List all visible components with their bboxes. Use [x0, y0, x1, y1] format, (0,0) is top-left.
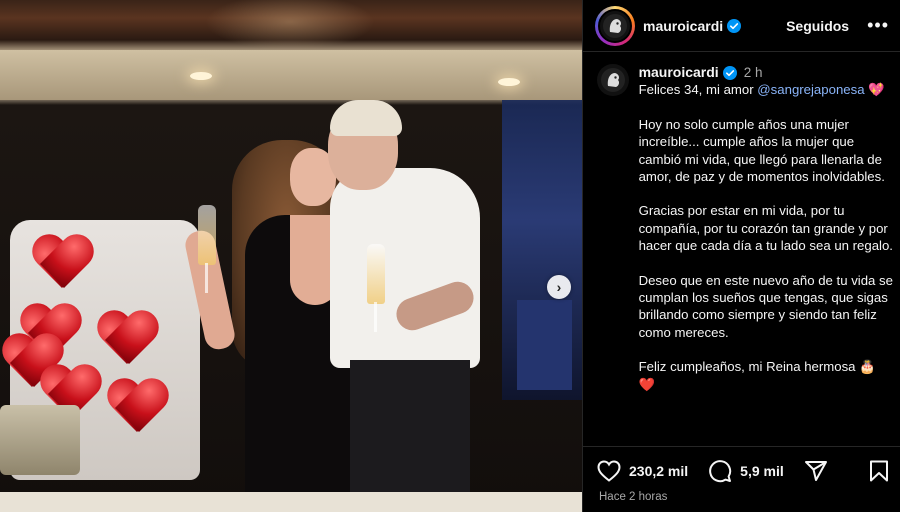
more-options-icon[interactable]: •••	[867, 15, 889, 36]
caption-closing: Feliz cumpleaños, mi Reina hermosa 🎂 ❤️	[639, 358, 897, 393]
champagne-bucket	[0, 405, 80, 475]
post-header: mauroicardi Seguidos •••	[583, 0, 900, 52]
ceiling-light	[498, 78, 520, 86]
share-icon	[804, 461, 827, 481]
champagne-glass	[198, 205, 216, 265]
next-photo-button[interactable]: ›	[547, 275, 571, 299]
mention-link[interactable]: @sangrejaponesa	[757, 82, 864, 97]
caption-paragraph: Gracias por estar en mi vida, por tu com…	[638, 203, 893, 254]
like-count[interactable]: 230,2 mil	[629, 463, 688, 479]
red-heart-emoji: ❤️	[638, 376, 655, 392]
ceiling-light	[190, 72, 212, 80]
post-actions: 230,2 mil 5,9 mil Hace 2 horas	[583, 446, 900, 512]
post-photo[interactable]: ›	[0, 0, 582, 512]
avatar[interactable]	[595, 5, 635, 46]
counter-top	[0, 492, 582, 512]
post-sidebar: mauroicardi Seguidos ••• mauroicardi 2 h	[582, 0, 900, 512]
heart-icon	[597, 460, 621, 482]
caption-paragraph: Hoy no solo cumple años una mujer increí…	[638, 116, 885, 185]
header-username[interactable]: mauroicardi	[643, 18, 723, 34]
caption-avatar[interactable]	[597, 64, 629, 96]
following-button[interactable]: Seguidos	[786, 18, 849, 34]
comment-count[interactable]: 5,9 mil	[740, 463, 784, 479]
caption: mauroicardi 2 h Felices 34, mi amor @san…	[597, 64, 897, 444]
share-button[interactable]	[804, 460, 828, 482]
sparkling-heart-emoji: 💖	[868, 82, 885, 98]
bookmark-icon	[870, 460, 888, 482]
comment-button[interactable]: 5,9 mil	[708, 459, 784, 483]
caption-text: mauroicardi 2 h Felices 34, mi amor @san…	[639, 64, 897, 444]
heart-balloon	[30, 236, 94, 294]
save-button[interactable]	[869, 460, 889, 482]
avatar-logo-icon	[600, 68, 625, 92]
glass-stem	[374, 302, 377, 332]
window-background	[517, 300, 572, 390]
caption-greeting: Felices 34, mi amor	[638, 82, 758, 98]
heart-balloon	[95, 312, 159, 370]
caption-closing-text: Feliz cumpleaños, mi Reina hermosa 🎂	[638, 359, 876, 375]
avatar-logo-icon	[603, 13, 627, 38]
ceiling	[0, 50, 582, 100]
comment-icon	[709, 460, 732, 483]
chevron-right-icon: ›	[556, 279, 562, 295]
caption-username[interactable]: mauroicardi	[639, 64, 719, 81]
post-time[interactable]: 2 h	[744, 64, 763, 81]
champagne-glass	[367, 244, 385, 304]
post-timestamp[interactable]: Hace 2 horas	[599, 491, 667, 503]
glass-stem	[205, 263, 208, 293]
verified-badge-icon	[722, 65, 737, 80]
caption-paragraph: Deseo que en este nuevo año de tu vida s…	[638, 272, 893, 340]
heart-balloon	[105, 380, 169, 438]
man-shirt	[330, 168, 480, 368]
man-pants	[350, 360, 470, 512]
avatar-image	[598, 8, 632, 43]
verified-badge-icon	[727, 18, 742, 33]
man-hair	[330, 100, 402, 136]
like-button[interactable]: 230,2 mil	[597, 460, 688, 482]
caption-first-line: Felices 34, mi amor @sangrejaponesa 💖	[639, 81, 897, 98]
